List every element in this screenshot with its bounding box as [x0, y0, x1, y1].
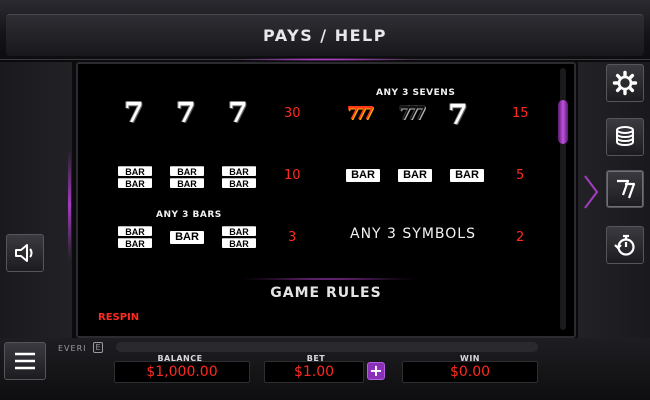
payout-value: 5	[516, 168, 525, 183]
chevron-right-icon	[584, 175, 599, 209]
double-bar-symbol: BAR BAR	[118, 226, 152, 249]
seven-symbol: 7	[176, 96, 196, 129]
paytable-row-double-bars: BAR BAR BAR BAR BAR BAR	[118, 166, 256, 189]
payout-value: 3	[288, 230, 297, 245]
paytable-caption: ANY 3 SEVENS	[376, 88, 456, 98]
double-bar-symbol: BAR BAR	[222, 166, 256, 189]
paytable-row-single-bars: BAR BAR BAR	[346, 169, 484, 182]
settings-button[interactable]	[606, 64, 644, 102]
double-bar-symbol: BAR BAR	[118, 166, 152, 189]
seven-symbol: 7	[228, 96, 248, 129]
paytable-row-any-bars: BAR BAR BAR BAR BAR	[118, 226, 256, 249]
menu-button[interactable]	[4, 342, 46, 380]
triple-seven-red-symbol: 777	[346, 103, 375, 124]
gear-icon	[612, 70, 638, 96]
sound-button[interactable]	[6, 234, 44, 272]
speaker-icon	[15, 244, 33, 262]
paytable-seven-icon	[617, 179, 636, 199]
brand-logo-badge: E	[93, 342, 103, 353]
left-frame-glow	[68, 150, 71, 260]
single-bar-symbol: BAR	[346, 169, 380, 182]
paytable-row-any-sevens: 777 777 7	[340, 98, 472, 131]
double-bar-symbol: BAR BAR	[222, 226, 256, 249]
bet-coins-button[interactable]	[606, 118, 644, 156]
triple-seven-black-symbol: 777	[398, 103, 427, 124]
paytable-caption: ANY 3 BARS	[156, 210, 222, 220]
coin-stack-icon	[616, 126, 634, 147]
timer-replay-icon	[614, 234, 635, 256]
paytable-button[interactable]	[606, 170, 644, 208]
seven-symbol: 7	[448, 98, 468, 131]
bet-value: $1.00	[264, 361, 364, 383]
payout-value: 2	[516, 230, 525, 245]
balance-value: $1,000.00	[114, 361, 250, 383]
paytable-panel[interactable]: 7 7 7 30 ANY 3 SEVENS 777 777 7 15 BAR B…	[76, 62, 576, 338]
left-frame	[0, 62, 72, 338]
seven-symbol: 7	[124, 96, 144, 129]
autoplay-button[interactable]	[606, 226, 644, 264]
payout-value: 10	[284, 168, 301, 183]
game-rules-title: GAME RULES	[270, 285, 382, 301]
bet-increase-button[interactable]: +	[367, 362, 385, 380]
message-bar	[116, 342, 538, 352]
page-title: PAYS / HELP	[263, 26, 387, 45]
any-symbols-label: ANY 3 SYMBOLS	[350, 226, 476, 242]
single-bar-symbol: BAR	[398, 169, 432, 182]
scrollbar-thumb[interactable]	[558, 100, 568, 144]
win-value: $0.00	[402, 361, 538, 383]
payout-value: 30	[284, 106, 301, 121]
double-bar-symbol: BAR BAR	[170, 166, 204, 189]
respin-heading: RESPIN	[98, 312, 140, 323]
payout-value: 15	[512, 106, 529, 121]
paytable-row-sevens: 7 7 7	[120, 96, 252, 129]
single-bar-symbol: BAR	[170, 226, 204, 248]
single-bar-symbol: BAR	[450, 169, 484, 182]
rules-divider-glow	[244, 278, 414, 280]
brand-logo: EVERI	[58, 344, 87, 353]
hamburger-menu-icon	[15, 352, 35, 370]
header-glow	[230, 58, 420, 61]
